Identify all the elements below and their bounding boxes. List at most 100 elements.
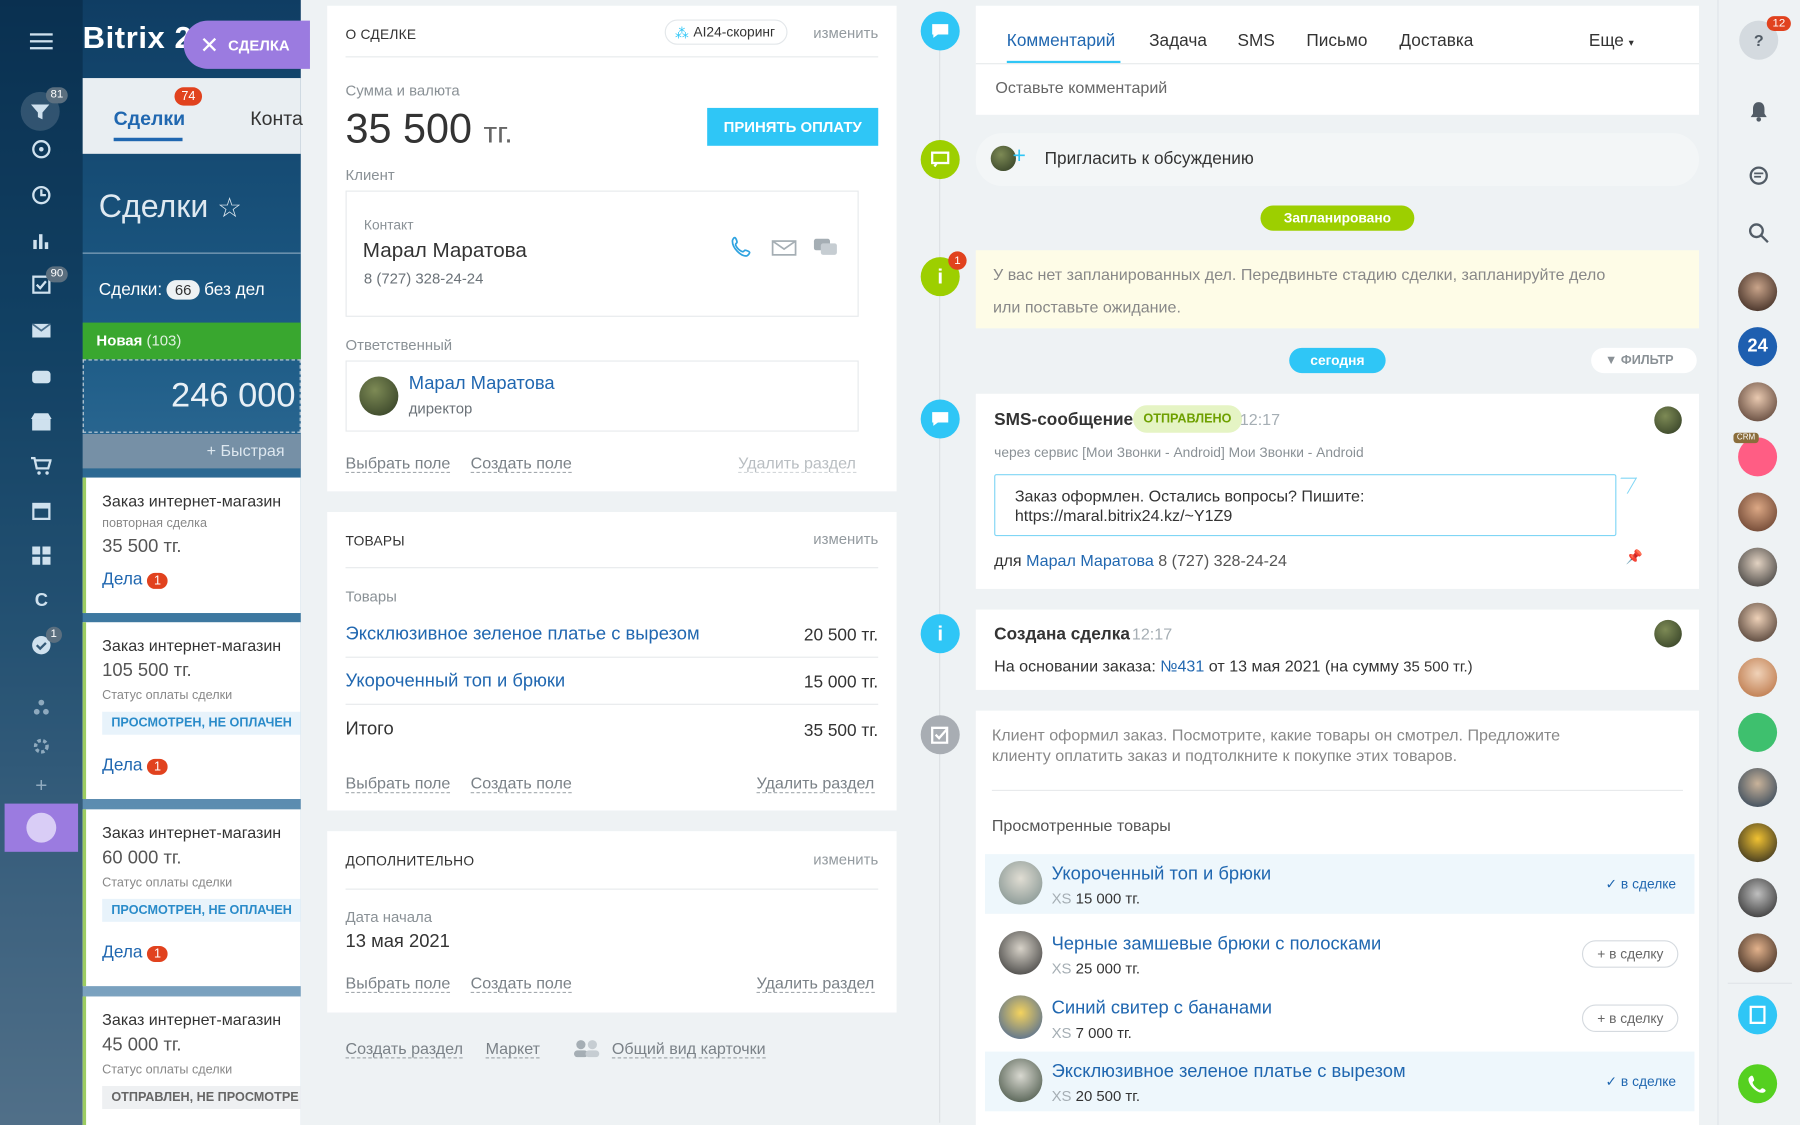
pin-icon[interactable]: 📌 bbox=[1626, 549, 1643, 565]
avatar-24[interactable]: 24 bbox=[1738, 327, 1778, 367]
delete-section-link[interactable]: Удалить раздел bbox=[756, 974, 875, 994]
chat-icon[interactable] bbox=[813, 238, 838, 264]
column-count: (103) bbox=[146, 331, 182, 349]
crown-icon[interactable] bbox=[4, 803, 79, 852]
avatar[interactable] bbox=[1738, 878, 1778, 918]
delete-section-link[interactable]: Удалить раздел bbox=[738, 453, 856, 473]
product-name[interactable]: Синий свитер с бананами bbox=[1052, 999, 1272, 1020]
deal-card[interactable]: Заказ интернет-магазин 45 000 тг. Статус… bbox=[82, 996, 301, 1125]
ai-scoring-badge[interactable]: ⁂ AI24-скоринг bbox=[664, 19, 788, 45]
product-name[interactable]: Эксклюзивное зеленое платье с вырезом bbox=[1052, 1062, 1406, 1083]
goods-label: Товары bbox=[345, 587, 397, 605]
product-name[interactable]: Укороченный топ и брюки bbox=[1052, 864, 1272, 885]
mail-icon[interactable] bbox=[771, 240, 797, 262]
responsible-name[interactable]: Марал Маратова bbox=[409, 374, 555, 395]
mail-icon[interactable] bbox=[25, 317, 57, 345]
select-field-link[interactable]: Выбрать поле bbox=[345, 453, 451, 473]
invite-row[interactable]: + Пригласить к обсуждению bbox=[975, 133, 1700, 186]
select-field-link[interactable]: Выбрать поле bbox=[345, 774, 451, 794]
avatar[interactable] bbox=[1738, 933, 1778, 973]
cart-icon[interactable] bbox=[25, 452, 57, 480]
contact-phone[interactable]: 8 (727) 328-24-24 bbox=[364, 270, 483, 287]
info-icon: i bbox=[920, 614, 960, 654]
avatar[interactable] bbox=[1738, 492, 1778, 532]
avatar[interactable] bbox=[1738, 768, 1778, 808]
add-to-deal-button[interactable]: + в сделку bbox=[1582, 940, 1679, 968]
count-suffix[interactable]: без дел bbox=[204, 280, 265, 300]
filter-button[interactable]: ▼ ФИЛЬТР bbox=[1591, 347, 1697, 374]
star-icon[interactable]: ☆ bbox=[217, 193, 242, 224]
deal-title[interactable]: Заказ интернет-магазин bbox=[102, 1010, 301, 1028]
contact-name[interactable]: Марал Маратова bbox=[363, 239, 527, 263]
avatar[interactable] bbox=[1738, 272, 1778, 312]
market-link[interactable]: Маркет bbox=[485, 1039, 541, 1059]
close-slider-button[interactable]: ✕ СДЕЛКА bbox=[183, 20, 310, 69]
avatar[interactable] bbox=[1738, 657, 1778, 697]
avatar[interactable] bbox=[1738, 823, 1778, 863]
deal-tasks[interactable]: Дела 1 bbox=[102, 943, 301, 963]
robot-icon[interactable] bbox=[25, 362, 57, 390]
phone-icon[interactable] bbox=[1738, 1064, 1778, 1104]
product-size: XS bbox=[1051, 1024, 1072, 1042]
sitemap-icon[interactable] bbox=[25, 693, 57, 721]
tab-letter[interactable]: Письмо bbox=[1306, 31, 1367, 51]
bell-icon[interactable] bbox=[1739, 92, 1778, 131]
tab-deals[interactable]: Сделки bbox=[114, 108, 185, 131]
create-section-link[interactable]: Создать раздел bbox=[345, 1039, 463, 1059]
product-name[interactable]: Черные замшевые брюки с полосками bbox=[1052, 934, 1382, 955]
deal-title[interactable]: Заказ интернет-магазин bbox=[102, 636, 301, 654]
phone-icon[interactable] bbox=[730, 235, 753, 264]
calendar-icon[interactable] bbox=[25, 497, 57, 525]
create-field-link[interactable]: Создать поле bbox=[470, 774, 572, 794]
sms-for-name[interactable]: Марал Маратова bbox=[1026, 551, 1154, 569]
delete-section-link[interactable]: Удалить раздел bbox=[756, 774, 875, 794]
avatar[interactable] bbox=[1738, 437, 1778, 477]
comment-input[interactable]: Оставьте комментарий bbox=[995, 78, 1167, 96]
invite-label[interactable]: Пригласить к обсуждению bbox=[1045, 149, 1254, 169]
target-icon[interactable] bbox=[25, 135, 57, 163]
edit-link[interactable]: изменить bbox=[813, 24, 878, 41]
sms-card: SMS-сообщение ОТПРАВЛЕНО 12:17 через сер… bbox=[975, 393, 1700, 589]
chart-icon[interactable] bbox=[25, 226, 57, 254]
store-icon[interactable] bbox=[25, 408, 57, 436]
search-icon[interactable] bbox=[1739, 214, 1778, 253]
doc-icon[interactable] bbox=[1738, 995, 1778, 1035]
common-view-link[interactable]: Общий вид карточки bbox=[611, 1039, 766, 1059]
create-field-link[interactable]: Создать поле bbox=[470, 453, 572, 473]
deal-tasks[interactable]: Дела 1 bbox=[102, 755, 301, 775]
order-link[interactable]: №431 bbox=[1160, 657, 1204, 675]
edit-link[interactable]: изменить bbox=[813, 851, 878, 868]
create-field-link[interactable]: Создать поле bbox=[470, 974, 572, 994]
deal-card[interactable]: Заказ интернет-магазин 105 500 тг. Стату… bbox=[82, 622, 301, 800]
tab-sms[interactable]: SMS bbox=[1238, 31, 1275, 51]
avatar[interactable] bbox=[1738, 547, 1778, 587]
tab-more[interactable]: Еще ▾ bbox=[1589, 31, 1634, 51]
edit-link[interactable]: изменить bbox=[813, 530, 878, 547]
product-name[interactable]: Укороченный топ и брюки bbox=[346, 672, 566, 693]
chat-icon[interactable] bbox=[1739, 156, 1778, 195]
tab-task[interactable]: Задача bbox=[1149, 31, 1207, 51]
quick-add-button[interactable]: + Быстрая bbox=[82, 433, 301, 469]
c-icon[interactable]: C bbox=[25, 588, 57, 616]
gear-icon[interactable] bbox=[25, 732, 57, 760]
avatar[interactable] bbox=[1738, 712, 1778, 752]
tab-contacts[interactable]: Конта bbox=[250, 108, 303, 131]
avatar[interactable] bbox=[1738, 382, 1778, 422]
plus-icon[interactable]: + bbox=[25, 771, 57, 799]
select-field-link[interactable]: Выбрать поле bbox=[345, 974, 451, 994]
accept-payment-button[interactable]: ПРИНЯТЬ ОПЛАТУ bbox=[707, 107, 879, 146]
count-value[interactable]: 66 bbox=[166, 280, 200, 300]
deal-card[interactable]: Заказ интернет-магазин 60 000 тг. Статус… bbox=[82, 809, 301, 987]
deal-card[interactable]: Заказ интернет-магазин повторная сделка … bbox=[82, 477, 301, 614]
deal-title[interactable]: Заказ интернет-магазин bbox=[102, 823, 301, 841]
clock-icon[interactable] bbox=[25, 181, 57, 209]
add-to-deal-button[interactable]: + в сделку bbox=[1582, 1004, 1679, 1033]
apps-icon[interactable] bbox=[25, 542, 57, 570]
menu-icon[interactable] bbox=[25, 28, 57, 56]
tab-delivery[interactable]: Доставка bbox=[1399, 31, 1473, 51]
product-name[interactable]: Эксклюзивное зеленое платье с вырезом bbox=[346, 625, 700, 646]
deal-title[interactable]: Заказ интернет-магазин bbox=[102, 491, 301, 509]
avatar[interactable] bbox=[1738, 602, 1778, 642]
tab-comment[interactable]: Комментарий bbox=[1007, 31, 1115, 51]
deal-tasks[interactable]: Дела 1 bbox=[102, 569, 301, 589]
